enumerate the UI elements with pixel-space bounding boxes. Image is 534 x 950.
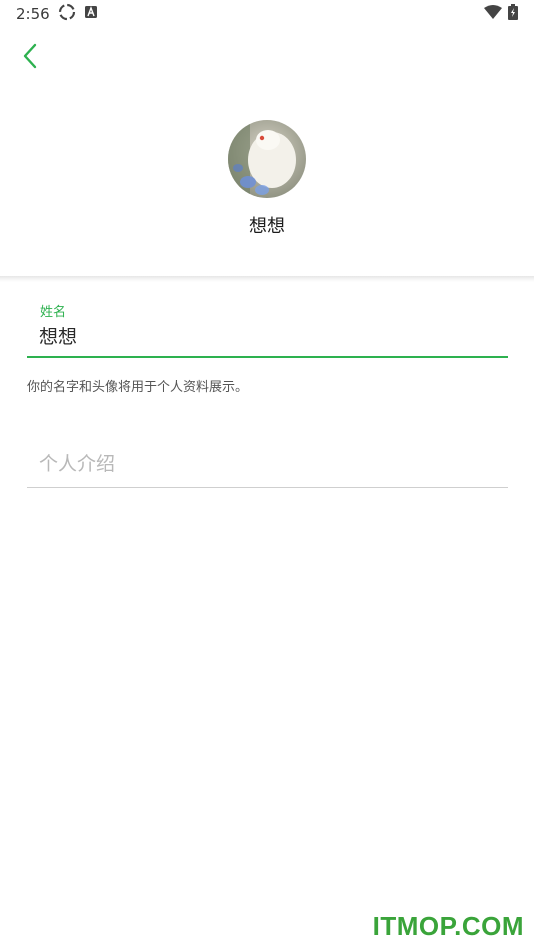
name-field[interactable]: 姓名 想想: [27, 300, 508, 358]
intro-field[interactable]: [27, 448, 508, 488]
section-divider: [0, 276, 534, 282]
profile-header: 想想: [0, 28, 534, 278]
sync-icon: [58, 3, 76, 25]
intro-input[interactable]: [39, 453, 499, 475]
profile-name: 想想: [249, 216, 285, 237]
font-icon: [84, 5, 98, 23]
wifi-icon: [484, 5, 502, 23]
status-bar: 2:56: [0, 0, 534, 28]
name-field-value[interactable]: 想想: [39, 322, 77, 349]
status-left: 2:56: [16, 3, 98, 25]
name-field-label: 姓名: [40, 305, 67, 320]
status-time: 2:56: [16, 5, 50, 23]
watermark-logo: ITMOP.COM: [372, 911, 524, 941]
chevron-left-icon: [20, 42, 40, 74]
avatar[interactable]: [228, 120, 306, 198]
status-right: [484, 4, 518, 24]
helper-text: 你的名字和头像将用于个人资料展示。: [27, 380, 249, 395]
back-button[interactable]: [14, 42, 46, 74]
battery-icon: [508, 4, 518, 24]
